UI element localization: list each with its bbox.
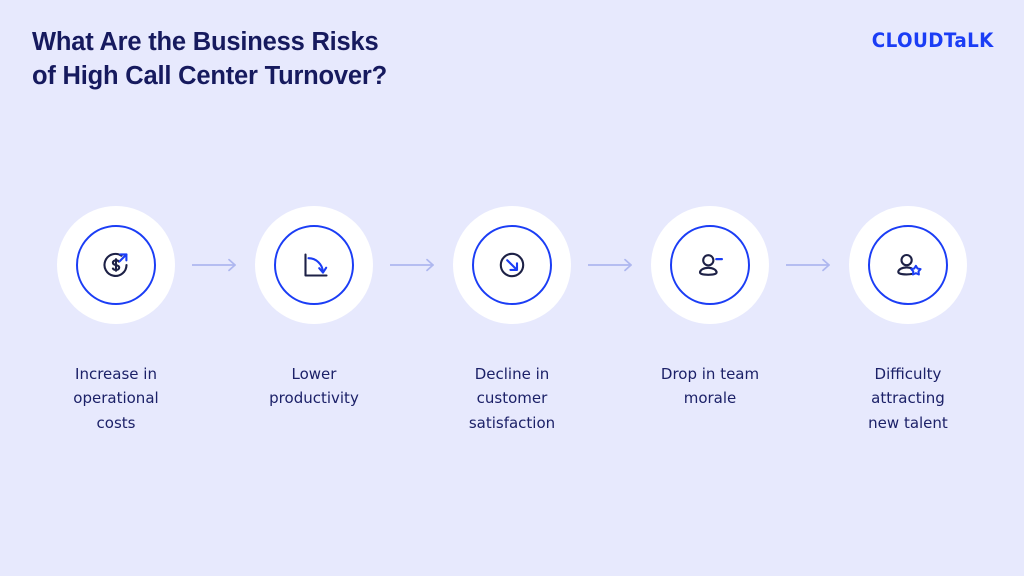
- icon-ring: [472, 225, 552, 305]
- icon-disc: [453, 206, 571, 324]
- icon-disc: [255, 206, 373, 324]
- icon-ring: [670, 225, 750, 305]
- flow-step-lower-productivity: Lower productivity: [248, 206, 380, 411]
- icon-ring: [274, 225, 354, 305]
- flow-step-difficulty-attracting-new-talent: Difficulty attracting new talent: [842, 206, 974, 435]
- step-label: Lower productivity: [269, 365, 359, 408]
- step-label: Difficulty attracting new talent: [868, 365, 948, 432]
- arrow-right-icon: [588, 258, 634, 272]
- icon-ring: [868, 225, 948, 305]
- icon-ring: [76, 225, 156, 305]
- header: What Are the Business Risks of High Call…: [0, 0, 1024, 110]
- declining-chart-icon: [294, 245, 334, 285]
- flow-connector: [776, 206, 842, 324]
- user-minus-icon: [690, 245, 730, 285]
- flow-connector: [380, 206, 446, 324]
- flow-connector: [578, 206, 644, 324]
- risk-flow-diagram: Increase in operational costs Lower prod…: [0, 206, 1024, 435]
- icon-disc: [849, 206, 967, 324]
- arrow-right-icon: [390, 258, 436, 272]
- arrow-right-icon: [786, 258, 832, 272]
- icon-disc: [57, 206, 175, 324]
- flow-connector: [182, 206, 248, 324]
- cloudtalk-logo: CLOUDTaLK: [872, 29, 994, 52]
- flow-step-drop-in-team-morale: Drop in team morale: [644, 206, 776, 411]
- arrow-right-icon: [192, 258, 238, 272]
- arrow-down-right-circle-icon: [492, 245, 532, 285]
- page-title: What Are the Business Risks of High Call…: [32, 28, 387, 90]
- user-star-icon: [888, 245, 928, 285]
- step-label: Decline in customer satisfaction: [468, 365, 556, 432]
- flow-step-increase-in-operational-costs: Increase in operational costs: [50, 206, 182, 435]
- icon-disc: [651, 206, 769, 324]
- flow-step-decline-in-customer-satisfaction: Decline in customer satisfaction: [446, 206, 578, 435]
- dollar-growth-icon: [96, 245, 136, 285]
- step-label: Increase in operational costs: [73, 365, 159, 432]
- step-label: Drop in team morale: [660, 365, 760, 408]
